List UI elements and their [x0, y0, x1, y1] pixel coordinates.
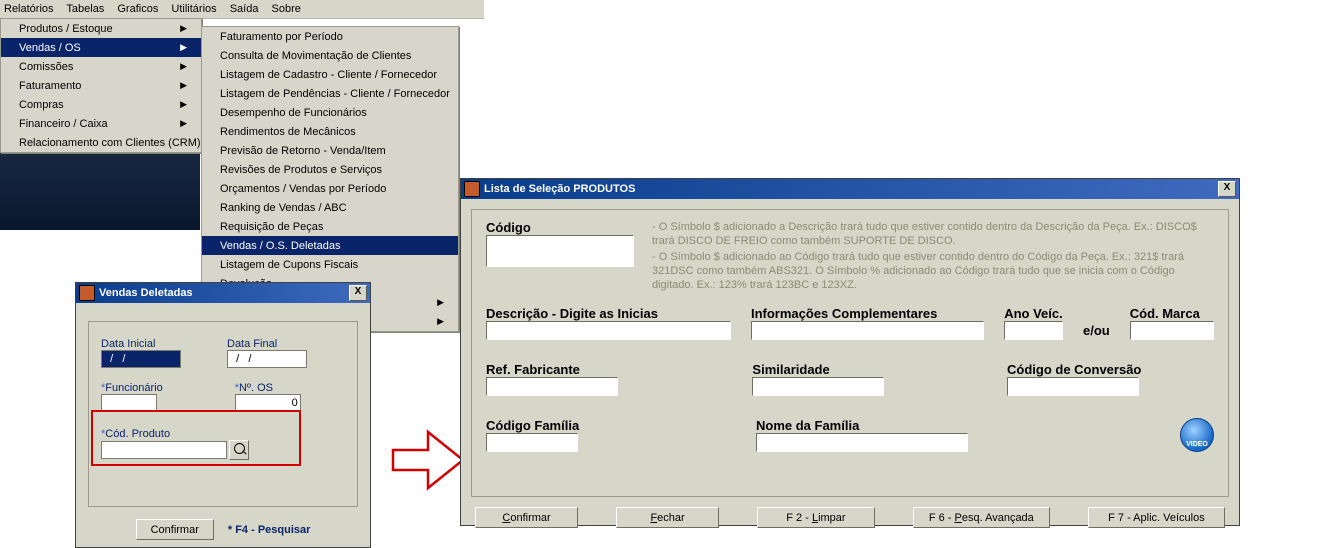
fechar-button[interactable]: Fechar — [616, 507, 719, 528]
form-group: Data Inicial Data Final *Funcionário *Nº… — [88, 321, 358, 507]
input-cod-conversao[interactable] — [1007, 377, 1139, 396]
input-ref-fabricante[interactable] — [486, 377, 618, 396]
highlight-cod-produto — [91, 410, 301, 466]
label-eou: e/ou — [1083, 323, 1110, 340]
dialog-vendas-deletadas: Vendas Deletadas X Data Inicial Data Fin… — [75, 282, 371, 548]
label-nos: *Nº. OS — [235, 382, 301, 394]
label-cod-familia: Código Família — [486, 418, 736, 433]
menu1-item-2[interactable]: Comissões▶ — [1, 57, 201, 76]
input-similaridade[interactable] — [752, 377, 884, 396]
limpar-button[interactable]: F 2 - Limpar — [757, 507, 875, 528]
chevron-right-icon: ▶ — [180, 80, 187, 91]
chevron-right-icon: ▶ — [180, 23, 187, 34]
menu-saida[interactable]: Saída — [230, 3, 259, 15]
menu2-item-8[interactable]: Orçamentos / Vendas por Período — [202, 179, 458, 198]
input-info-compl[interactable] — [751, 321, 984, 340]
input-descricao[interactable] — [486, 321, 731, 340]
menubar: Relatórios Tabelas Graficos Utilitários … — [0, 0, 484, 19]
menu2-item-9[interactable]: Ranking de Vendas / ABC — [202, 198, 458, 217]
input-nome-familia[interactable] — [756, 433, 968, 452]
chevron-right-icon: ▶ — [180, 42, 187, 53]
menu1-item-6[interactable]: Relacionamento com Clientes (CRM) — [1, 133, 201, 152]
dialog-lista-selecao-produtos: Lista de Seleção PRODUTOS X Código - O S… — [460, 178, 1240, 526]
aplic-veiculos-button[interactable]: F 7 - Aplic. Veículos — [1088, 507, 1225, 528]
menu2-item-2[interactable]: Listagem de Cadastro - Cliente / Fornece… — [202, 65, 458, 84]
menu2-item-4[interactable]: Desempenho de Funcionários — [202, 103, 458, 122]
input-ano-veic[interactable] — [1004, 321, 1063, 340]
app-icon — [464, 181, 480, 197]
label-similaridade: Similaridade — [752, 362, 987, 377]
help-text-2: - O Símbolo $ adicionado ao Código trará… — [652, 250, 1214, 292]
form-group: Código - O Símbolo $ adicionado a Descri… — [471, 209, 1229, 497]
background-strip — [0, 140, 200, 230]
help-text-1: - O Símbolo $ adicionado a Descrição tra… — [652, 220, 1214, 248]
video-icon[interactable]: VIDEO — [1180, 418, 1214, 452]
input-cod-familia[interactable] — [486, 433, 578, 452]
confirmar-button[interactable]: Confirmar — [475, 507, 578, 528]
menu2-item-5[interactable]: Rendimentos de Mecânicos — [202, 122, 458, 141]
title-text: Lista de Seleção PRODUTOS — [484, 183, 635, 195]
label-codigo: Código — [486, 220, 634, 235]
menu2-item-6[interactable]: Previsão de Retorno - Venda/Item — [202, 141, 458, 160]
app-icon — [79, 285, 95, 301]
chevron-right-icon: ▶ — [437, 297, 444, 308]
input-codigo[interactable] — [486, 235, 634, 267]
titlebar-lista-selecao: Lista de Seleção PRODUTOS X — [461, 179, 1239, 199]
menu-sobre[interactable]: Sobre — [272, 3, 301, 15]
arrow-icon — [388, 420, 468, 500]
menu-tabelas[interactable]: Tabelas — [66, 3, 104, 15]
menu1-item-0[interactable]: Produtos / Estoque▶ — [1, 19, 201, 38]
close-icon[interactable]: X — [1218, 181, 1236, 197]
menu2-item-7[interactable]: Revisões de Produtos e Serviços — [202, 160, 458, 179]
titlebar-vendas-deletadas: Vendas Deletadas X — [76, 283, 370, 303]
label-cod-marca: Cód. Marca — [1130, 306, 1214, 321]
menu2-item-3[interactable]: Listagem de Pendências - Cliente / Forne… — [202, 84, 458, 103]
input-cod-marca[interactable] — [1130, 321, 1214, 340]
label-descricao: Descrição - Digite as Inicias — [486, 306, 731, 321]
chevron-right-icon: ▶ — [180, 118, 187, 129]
label-funcionario: *Funcionário — [101, 382, 163, 394]
hint-f4: * F4 - Pesquisar — [228, 524, 311, 536]
menu2-item-12[interactable]: Listagem de Cupons Fiscais — [202, 255, 458, 274]
chevron-right-icon: ▶ — [180, 61, 187, 72]
menu2-item-0[interactable]: Faturamento por Período — [202, 27, 458, 46]
label-nome-familia: Nome da Família — [756, 418, 994, 433]
close-icon[interactable]: X — [349, 285, 367, 301]
chevron-right-icon: ▶ — [437, 316, 444, 327]
menu-graficos[interactable]: Graficos — [117, 3, 158, 15]
label-cod-conversao: Código de Conversão — [1007, 362, 1214, 377]
menu1-item-5[interactable]: Financeiro / Caixa▶ — [1, 114, 201, 133]
menu2-item-1[interactable]: Consulta de Movimentação de Clientes — [202, 46, 458, 65]
label-data-final: Data Final — [227, 338, 307, 350]
input-data-final[interactable] — [227, 350, 307, 368]
label-data-inicial: Data Inicial — [101, 338, 181, 350]
dropdown-relatorios: Produtos / Estoque▶Vendas / OS▶Comissões… — [0, 18, 202, 153]
search-icon — [234, 443, 245, 454]
menu-relatorios[interactable]: Relatórios — [4, 3, 54, 15]
label-info-compl: Informações Complementares — [751, 306, 984, 321]
menu2-item-10[interactable]: Requisição de Peças — [202, 217, 458, 236]
chevron-right-icon: ▶ — [180, 99, 187, 110]
label-ano-veic: Ano Veíc. — [1004, 306, 1063, 321]
menu2-item-11[interactable]: Vendas / O.S. Deletadas — [202, 236, 458, 255]
menu-utilitarios[interactable]: Utilitários — [171, 3, 216, 15]
input-data-inicial[interactable] — [101, 350, 181, 368]
menu1-item-1[interactable]: Vendas / OS▶ — [1, 38, 201, 57]
menu1-item-3[interactable]: Faturamento▶ — [1, 76, 201, 95]
title-text: Vendas Deletadas — [99, 287, 193, 299]
menu1-item-4[interactable]: Compras▶ — [1, 95, 201, 114]
confirmar-button[interactable]: Confirmar — [136, 519, 214, 540]
label-ref-fabricante: Ref. Fabricante — [486, 362, 732, 377]
pesq-avancada-button[interactable]: F 6 - Pesq. Avançada — [913, 507, 1050, 528]
